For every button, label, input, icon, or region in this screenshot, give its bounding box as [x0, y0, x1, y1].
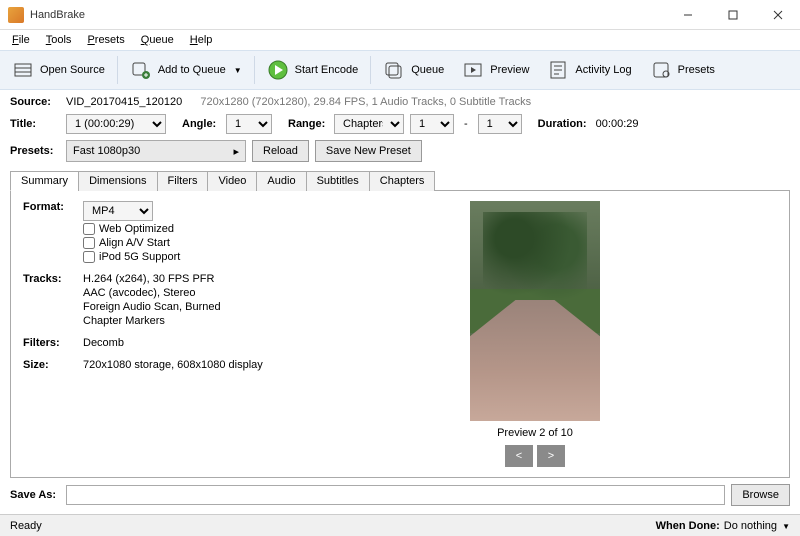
tab-summary[interactable]: Summary [10, 171, 79, 191]
angle-label: Angle: [182, 118, 220, 130]
status-ready: Ready [10, 520, 42, 532]
presets-icon [650, 60, 672, 80]
preset-dropdown[interactable]: Fast 1080p30 ▸ [66, 140, 246, 162]
angle-select[interactable]: 1 [226, 114, 272, 134]
when-done-dropdown[interactable]: Do nothing ▼ [724, 520, 790, 532]
web-optimized-checkbox[interactable]: Web Optimized [83, 223, 180, 235]
menu-queue[interactable]: Queue [133, 32, 182, 48]
track-line: H.264 (x264), 30 FPS PFR [83, 273, 221, 285]
window-title: HandBrake [30, 9, 665, 21]
source-name: VID_20170415_120120 [66, 96, 182, 108]
titlebar: HandBrake [0, 0, 800, 30]
chevron-down-icon: ▼ [782, 522, 790, 531]
save-as-input[interactable] [66, 485, 725, 505]
source-info: 720x1280 (720x1280), 29.84 FPS, 1 Audio … [200, 96, 531, 108]
preview-button[interactable]: Preview [454, 56, 537, 84]
queue-button[interactable]: Queue [375, 56, 452, 84]
toolbar: Open Source Add to Queue▼ Start Encode Q… [0, 50, 800, 90]
browse-button[interactable]: Browse [731, 484, 790, 506]
source-label: Source: [10, 96, 60, 108]
tabs: Summary Dimensions Filters Video Audio S… [10, 170, 790, 191]
film-icon [12, 60, 34, 80]
chevron-right-icon: ▸ [233, 145, 239, 158]
tab-subtitles[interactable]: Subtitles [306, 171, 370, 191]
filters-value: Decomb [83, 337, 124, 349]
menu-presets[interactable]: Presets [79, 32, 132, 48]
activity-log-button[interactable]: Activity Log [539, 56, 639, 84]
menubar: File Tools Presets Queue Help [0, 30, 800, 50]
size-label: Size: [23, 359, 83, 371]
open-source-button[interactable]: Open Source [4, 56, 113, 84]
range-to-select[interactable]: 1 [478, 114, 522, 134]
tracks-label: Tracks: [23, 273, 83, 327]
save-new-preset-button[interactable]: Save New Preset [315, 140, 422, 162]
log-icon [547, 60, 569, 80]
add-to-queue-button[interactable]: Add to Queue▼ [122, 56, 250, 84]
menu-help[interactable]: Help [182, 32, 221, 48]
tab-chapters[interactable]: Chapters [369, 171, 436, 191]
preview-icon [462, 60, 484, 80]
range-mode-select[interactable]: Chapters [334, 114, 404, 134]
queue-icon [383, 60, 405, 80]
play-icon [267, 60, 289, 80]
tab-filters[interactable]: Filters [157, 171, 209, 191]
app-icon [8, 7, 24, 23]
close-button[interactable] [755, 0, 800, 29]
track-line: Foreign Audio Scan, Burned [83, 301, 221, 313]
tab-dimensions[interactable]: Dimensions [78, 171, 157, 191]
minimize-button[interactable] [665, 0, 710, 29]
duration-label: Duration: [538, 118, 590, 130]
track-line: Chapter Markers [83, 315, 221, 327]
duration-value: 00:00:29 [596, 118, 639, 130]
title-label: Title: [10, 118, 60, 130]
summary-panel: Format: MP4 Web Optimized Align A/V Star… [10, 191, 790, 478]
preview-image [470, 201, 600, 421]
preview-next-button[interactable]: > [537, 445, 565, 467]
when-done-label: When Done: [656, 520, 720, 532]
tab-audio[interactable]: Audio [256, 171, 306, 191]
menu-tools[interactable]: Tools [38, 32, 80, 48]
track-line: AAC (avcodec), Stereo [83, 287, 221, 299]
tab-video[interactable]: Video [207, 171, 257, 191]
reload-button[interactable]: Reload [252, 140, 309, 162]
save-as-label: Save As: [10, 489, 60, 501]
start-encode-button[interactable]: Start Encode [259, 56, 367, 84]
preview-prev-button[interactable]: < [505, 445, 533, 467]
preview-counter: Preview 2 of 10 [497, 427, 573, 439]
presets-button[interactable]: Presets [642, 56, 723, 84]
range-label: Range: [288, 118, 328, 130]
filters-label: Filters: [23, 337, 83, 349]
add-queue-icon [130, 60, 152, 80]
status-bar: Ready When Done: Do nothing ▼ [0, 514, 800, 536]
align-av-checkbox[interactable]: Align A/V Start [83, 237, 180, 249]
title-select[interactable]: 1 (00:00:29) [66, 114, 166, 134]
maximize-button[interactable] [710, 0, 755, 29]
range-from-select[interactable]: 1 [410, 114, 454, 134]
size-value: 720x1080 storage, 608x1080 display [83, 359, 263, 371]
ipod-checkbox[interactable]: iPod 5G Support [83, 251, 180, 263]
menu-file[interactable]: File [4, 32, 38, 48]
chevron-down-icon: ▼ [234, 66, 242, 75]
format-label: Format: [23, 201, 83, 263]
presets-label: Presets: [10, 145, 60, 157]
format-select[interactable]: MP4 [83, 201, 153, 221]
